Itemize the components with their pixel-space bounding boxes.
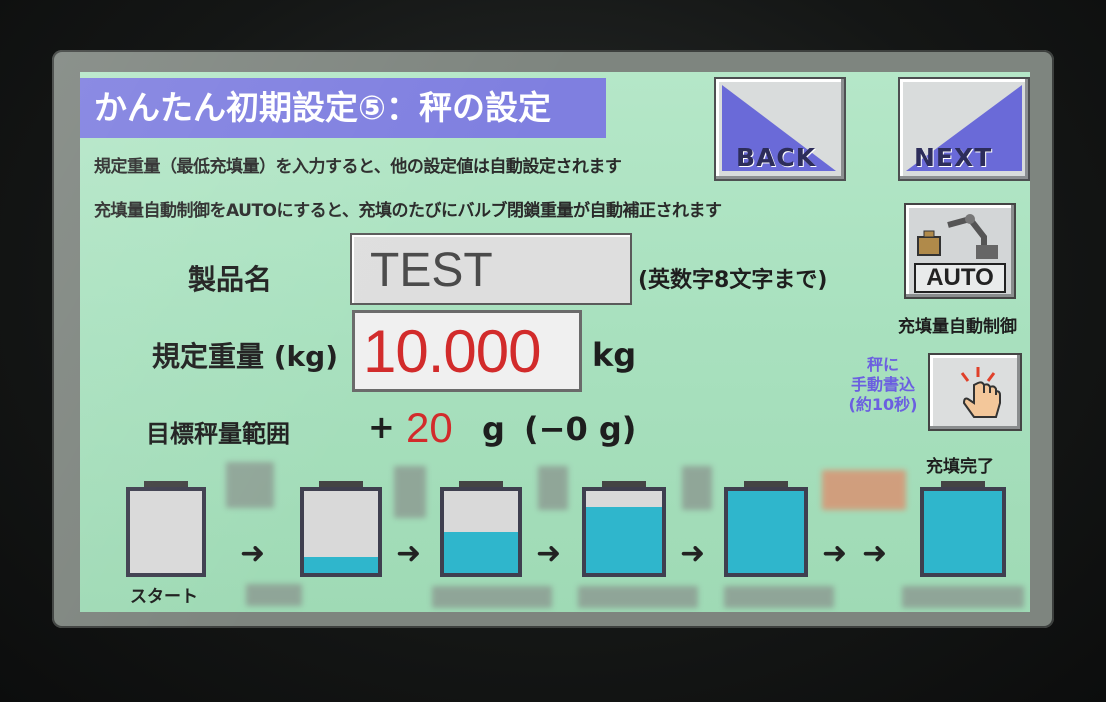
manual-write-line-3: (約10秒)	[848, 395, 918, 414]
rated-weight-unit: kg	[592, 336, 637, 374]
auto-control-caption: 充填量自動制御	[898, 317, 1017, 337]
fill-complete-label: 充填完了	[926, 457, 994, 477]
arrow-icon: ➜	[862, 536, 888, 571]
tank-fill	[586, 507, 662, 573]
tank-fill	[728, 491, 804, 573]
tank-stage-5	[724, 481, 808, 577]
info-line-2: 充填量自動制御をAUTOにすると、充填のたびにバルブ閉鎖重量が自動補正されます	[94, 201, 722, 221]
tank-fill	[444, 532, 518, 573]
product-name-field[interactable]: TEST	[350, 233, 632, 305]
next-button-label: NEXT	[914, 143, 993, 172]
redacted-value	[432, 586, 552, 608]
redacted-value	[902, 586, 1024, 608]
target-plus-value[interactable]: 20	[406, 404, 453, 452]
rated-weight-label: 規定重量 (kg)	[152, 340, 339, 373]
product-name-label: 製品名	[188, 263, 273, 296]
tank-stage-2	[300, 481, 382, 577]
auto-button-label: AUTO	[914, 263, 1006, 293]
tank-stage-1	[126, 481, 206, 577]
redacted-label	[394, 466, 426, 518]
tank-fill	[304, 556, 378, 573]
target-range-label: 目標秤量範囲	[146, 420, 290, 448]
redacted-value	[578, 586, 698, 608]
arrow-icon: ➜	[536, 536, 562, 571]
manual-write-line-1: 秤に	[866, 355, 899, 374]
arrow-icon: ➜	[240, 536, 266, 571]
arrow-icon: ➜	[822, 536, 848, 571]
redacted-label	[538, 466, 568, 510]
back-button[interactable]: BACK	[714, 77, 846, 181]
start-label: スタート	[130, 587, 198, 607]
back-button-label: BACK	[736, 143, 817, 172]
redacted-label	[682, 466, 712, 510]
robot-arm-icon	[917, 214, 998, 259]
tank-stage-3	[440, 481, 522, 577]
redacted-label	[226, 462, 274, 508]
target-plus-unit: g	[482, 410, 505, 448]
redacted-value	[246, 584, 302, 606]
tank-fill	[924, 491, 1002, 573]
tank-stage-4	[582, 481, 666, 577]
rated-weight-field[interactable]: 10.000	[352, 310, 582, 392]
arrow-icon: ➜	[396, 536, 422, 571]
info-line-1: 規定重量（最低充填量）を入力すると、他の設定値は自動設定されます	[94, 157, 622, 177]
manual-write-line-2: 手動書込	[850, 375, 915, 394]
arrow-icon: ➜	[680, 536, 706, 571]
tank-stage-6	[920, 481, 1006, 577]
product-name-hint: (英数字8文字まで)	[638, 268, 828, 293]
next-button[interactable]: NEXT	[898, 77, 1030, 181]
page-title: かんたん初期設定⑤：秤の設定	[80, 78, 606, 138]
redacted-value	[724, 586, 834, 608]
redacted-label	[822, 470, 906, 510]
target-minus: (−0 g)	[524, 410, 637, 448]
manual-write-button[interactable]	[928, 353, 1022, 431]
auto-control-button[interactable]: AUTO	[904, 203, 1016, 299]
target-plus-sign: +	[368, 408, 395, 446]
hand-pointer-icon	[960, 367, 1001, 418]
